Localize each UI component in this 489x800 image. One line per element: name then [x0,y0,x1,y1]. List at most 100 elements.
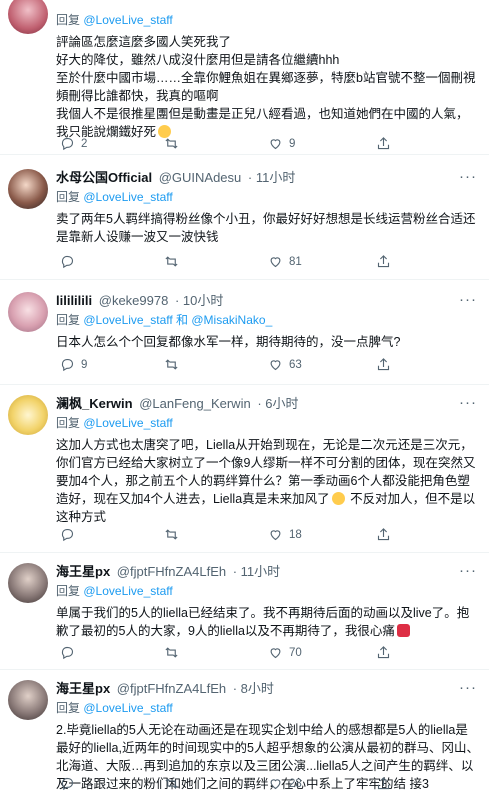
share-button[interactable] [376,357,391,372]
display-name[interactable]: lilililili [56,293,92,308]
handle[interactable]: @LanFeng_Kerwin [139,396,250,411]
like-button[interactable]: 81 [268,254,302,269]
retweet-button[interactable] [164,527,179,542]
reply-button[interactable]: 9 [60,357,87,372]
reply-mention[interactable]: @LoveLive_staff 和 @MisakiNako_ [83,313,272,327]
avatar[interactable] [8,292,48,332]
reply-button[interactable] [60,645,81,660]
tweet-line: 至於什麼中國市場……全靠你鯉魚姐在異鄉逐夢，特麼b站官號不整一個刪視頻刪得比誰都… [56,71,476,103]
like-count: 63 [289,358,302,371]
reply-icon [61,646,74,660]
tweet-text: 卖了两年5人羁绊搞得粉丝像个小丑，你最好好好想想是长线运营粉丝合适还是靠新人设赚… [56,210,479,246]
share-button[interactable] [376,136,391,151]
heart-icon [270,530,281,541]
reply-context: 回复 @LoveLive_staff [56,189,479,206]
avatar[interactable] [8,680,48,720]
broken-heart-emoji [396,624,410,637]
reply-button[interactable] [60,254,81,269]
retweet-button[interactable] [164,357,179,372]
share-icon [377,646,390,659]
timestamp[interactable]: · 11小时 [248,170,295,185]
handle[interactable]: @keke9978 [99,293,169,308]
like-button[interactable]: 9 [268,136,295,151]
reply-prefix: 回复 [56,190,81,204]
like-button[interactable]: 63 [268,357,302,372]
reply-mention[interactable]: @LoveLive_staff [83,701,172,715]
reply-prefix: 回复 [56,13,81,27]
tweet-text: 单属于我们的5人的liella已经结束了。我不再期待后面的动画以及live了。抱… [56,604,479,640]
like-count: 18 [289,528,302,541]
reply-button[interactable] [60,776,81,791]
tweet-text: 这加人方式也太唐突了吧，Liella从开始到现在，无论是二次元还是三次元，你们官… [56,436,479,526]
retweet-icon [165,647,178,658]
timestamp[interactable]: · 6小时 [257,396,298,411]
timestamp[interactable]: · 10小时 [175,293,223,308]
like-count: 70 [289,646,302,659]
heart-icon [270,779,281,790]
share-button[interactable] [376,645,391,660]
display-name[interactable]: 澜枫_Kerwin [56,396,133,411]
reply-prefix: 回复 [56,584,81,598]
tweet[interactable]: 回复 @LoveLive_staff 評論區怎麼這麼多國人笑死我了 好大的降仗，… [0,0,489,155]
tweet[interactable]: ··· 水母公国Official @GUINAdesu · 11小时 回复 @L… [0,155,489,280]
reply-button[interactable] [60,527,81,542]
reply-mention[interactable]: @LoveLive_staff [83,13,172,27]
reply-mention[interactable]: @LoveLive_staff [83,416,172,430]
avatar[interactable] [8,0,48,34]
tweet-line: 卖了两年5人羁绊搞得粉丝像个小丑，你最好好好想想是长线运营粉丝合适还是靠新人设赚… [56,212,476,244]
retweet-icon [165,778,178,789]
like-button[interactable]: 18 [268,527,302,542]
emoji [331,492,345,505]
handle[interactable]: @GUINAdesu [159,170,242,185]
display-name[interactable]: 海王星px [56,681,110,696]
like-button[interactable]: 28 [268,776,302,791]
retweet-button[interactable] [164,776,179,791]
reply-prefix: 回复 [56,416,81,430]
retweet-button[interactable] [164,645,179,660]
display-name[interactable]: 海王星px [56,564,110,579]
reply-icon [61,528,74,542]
tweet[interactable]: ··· 海王星px @fjptFHfnZA4LfEh · 8小时 回复 @Lov… [0,670,489,800]
like-count: 9 [289,137,296,150]
retweet-icon [165,138,178,149]
tweet[interactable]: ··· 海王星px @fjptFHfnZA4LfEh · 11小时 回复 @Lo… [0,553,489,670]
reply-mention[interactable]: @LoveLive_staff [83,190,172,204]
retweet-icon [165,256,178,267]
tweet-header: lilililili @keke9978 · 10小时 [56,292,479,310]
reply-count: 9 [81,358,88,371]
reply-context: 回复 @LoveLive_staff [56,700,479,717]
like-button[interactable]: 70 [268,645,302,660]
tweet-text: 日本人怎么个个回复都像水军一样，期待期待的，没一点脾气? [56,333,479,351]
display-name[interactable]: 水母公国Official [56,170,152,185]
avatar[interactable] [8,395,48,435]
reply-prefix: 回复 [56,313,81,327]
tweet-line: 評論區怎麼這麼多國人笑死我了 [56,35,232,49]
timestamp[interactable]: · 11小时 [233,564,280,579]
share-button[interactable] [376,527,391,542]
heart-icon [270,360,281,371]
handle[interactable]: @fjptFHfnZA4LfEh [117,564,226,579]
heart-icon [270,257,281,268]
share-icon [377,255,390,268]
tweet[interactable]: ··· lilililili @keke9978 · 10小时 回复 @Love… [0,280,489,385]
tweet-header: 海王星px @fjptFHfnZA4LfEh · 8小时 [56,680,479,698]
tweet-line: 单属于我们的5人的liella已经结束了。我不再期待后面的动画以及live了。抱… [56,606,470,638]
reply-button[interactable]: 2 [60,136,87,151]
avatar[interactable] [8,563,48,603]
tweet-header: 澜枫_Kerwin @LanFeng_Kerwin · 6小时 [56,395,479,413]
reply-icon [61,777,74,791]
reply-count: 2 [81,137,88,150]
tweet[interactable]: ··· 澜枫_Kerwin @LanFeng_Kerwin · 6小时 回复 @… [0,385,489,553]
share-button[interactable] [376,776,391,791]
reply-mention[interactable]: @LoveLive_staff [83,584,172,598]
retweet-button[interactable] [164,136,179,151]
share-icon [377,528,390,541]
reply-icon [61,137,74,151]
retweet-button[interactable] [164,254,179,269]
share-button[interactable] [376,254,391,269]
like-count: 81 [289,255,302,268]
tweet-line: 日本人怎么个个回复都像水军一样，期待期待的，没一点脾气? [56,335,401,349]
handle[interactable]: @fjptFHfnZA4LfEh [117,681,226,696]
timestamp[interactable]: · 8小时 [233,681,274,696]
avatar[interactable] [8,169,48,209]
